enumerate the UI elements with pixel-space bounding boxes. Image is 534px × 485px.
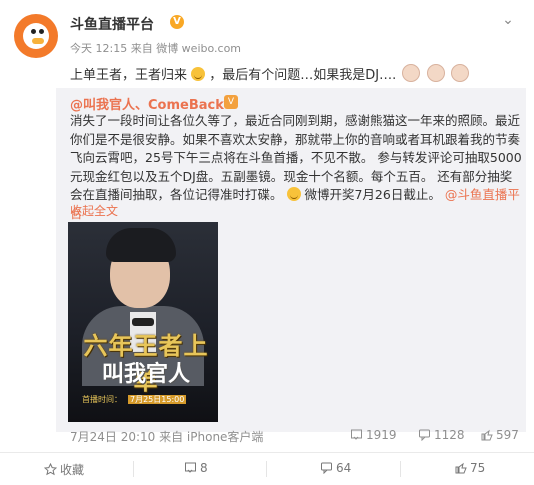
post-meta: 今天 12:15 来自 微博 weibo.com — [70, 42, 242, 55]
retweet-like-count: 597 — [496, 428, 519, 442]
image-airtime-label: 首播时间： — [82, 395, 122, 404]
retweet-like-stat[interactable]: 597 — [480, 428, 519, 442]
retweet-author[interactable]: @叫我官人、ComeBack — [70, 94, 224, 113]
face-emoji-icon — [450, 64, 469, 82]
retweet-footer: 7月24日 20:10 来自 iPhone客户端 — [70, 430, 264, 444]
verified-badge-icon: V — [170, 15, 184, 29]
retweet-comment-count: 1128 — [434, 428, 465, 442]
face-emoji-icon — [426, 64, 445, 82]
star-icon — [43, 462, 58, 476]
favorite-label: 收藏 — [60, 463, 85, 477]
comment-icon — [320, 461, 333, 475]
image-airtime: 首播时间： 7月25日15:00 — [82, 393, 212, 407]
repost-button[interactable]: 8 — [184, 461, 208, 475]
collapse-link[interactable]: 收起全文 — [70, 202, 118, 219]
post-text-a: 上单王者，王者归来 — [70, 68, 188, 83]
mascot-face — [23, 23, 49, 49]
divider — [400, 461, 401, 477]
like-icon — [480, 428, 493, 441]
retweet-repost-count: 1919 — [366, 428, 397, 442]
retweet-comment-stat[interactable]: 1128 — [418, 428, 465, 442]
bowtie-shape — [132, 318, 154, 326]
comment-button[interactable]: 64 — [320, 461, 351, 475]
face-emoji-icon — [402, 64, 421, 82]
mascot-eye-left — [31, 29, 36, 34]
mascot-beak — [32, 38, 44, 44]
divider — [266, 461, 267, 477]
retweet-image[interactable]: 六年王者上单 叫我官人 首播时间： 7月25日15:00 — [68, 222, 218, 422]
avatar[interactable] — [14, 14, 58, 58]
author-name[interactable]: 斗鱼直播平台 — [70, 14, 154, 34]
post-text-b: ，最后有个问题…如果我是DJ…. — [209, 68, 397, 83]
like-icon — [454, 461, 467, 474]
repost-icon — [350, 428, 363, 441]
comment-count: 64 — [336, 461, 352, 475]
repost-icon — [184, 461, 197, 474]
comment-icon — [418, 428, 431, 442]
chevron-down-icon[interactable]: ⌄ — [500, 12, 516, 28]
like-button[interactable]: 75 — [454, 461, 485, 475]
smile-emoji-icon — [286, 187, 301, 201]
divider — [133, 461, 134, 477]
favorite-button[interactable]: 收藏 — [43, 461, 85, 478]
retweet-text: 消失了一段时间让各位久等了，最近合同刚到期，感谢熊猫这一年来的照顾。最近你们是不… — [70, 112, 522, 223]
retweet-end-text: 微博开奖7月26日截止。 — [304, 187, 441, 202]
retweet-container: @叫我官人、ComeBack V 消失了一段时间让各位久等了，最近合同刚到期，感… — [56, 88, 526, 444]
smile-emoji-icon — [191, 67, 206, 81]
post-content: 上单王者，王者归来 ，最后有个问题…如果我是DJ…. — [70, 64, 510, 85]
action-bar: 收藏 8 64 75 — [0, 452, 534, 485]
like-count: 75 — [470, 461, 486, 475]
mascot-eye-right — [39, 29, 44, 34]
retweet-repost-stat[interactable]: 1919 — [350, 428, 397, 442]
retweet-badge-icon: V — [224, 95, 238, 109]
hair-shape — [106, 228, 176, 262]
image-airtime-value: 7月25日15:00 — [128, 395, 187, 404]
repost-count: 8 — [200, 461, 208, 475]
image-title-2: 叫我官人 — [101, 361, 190, 387]
